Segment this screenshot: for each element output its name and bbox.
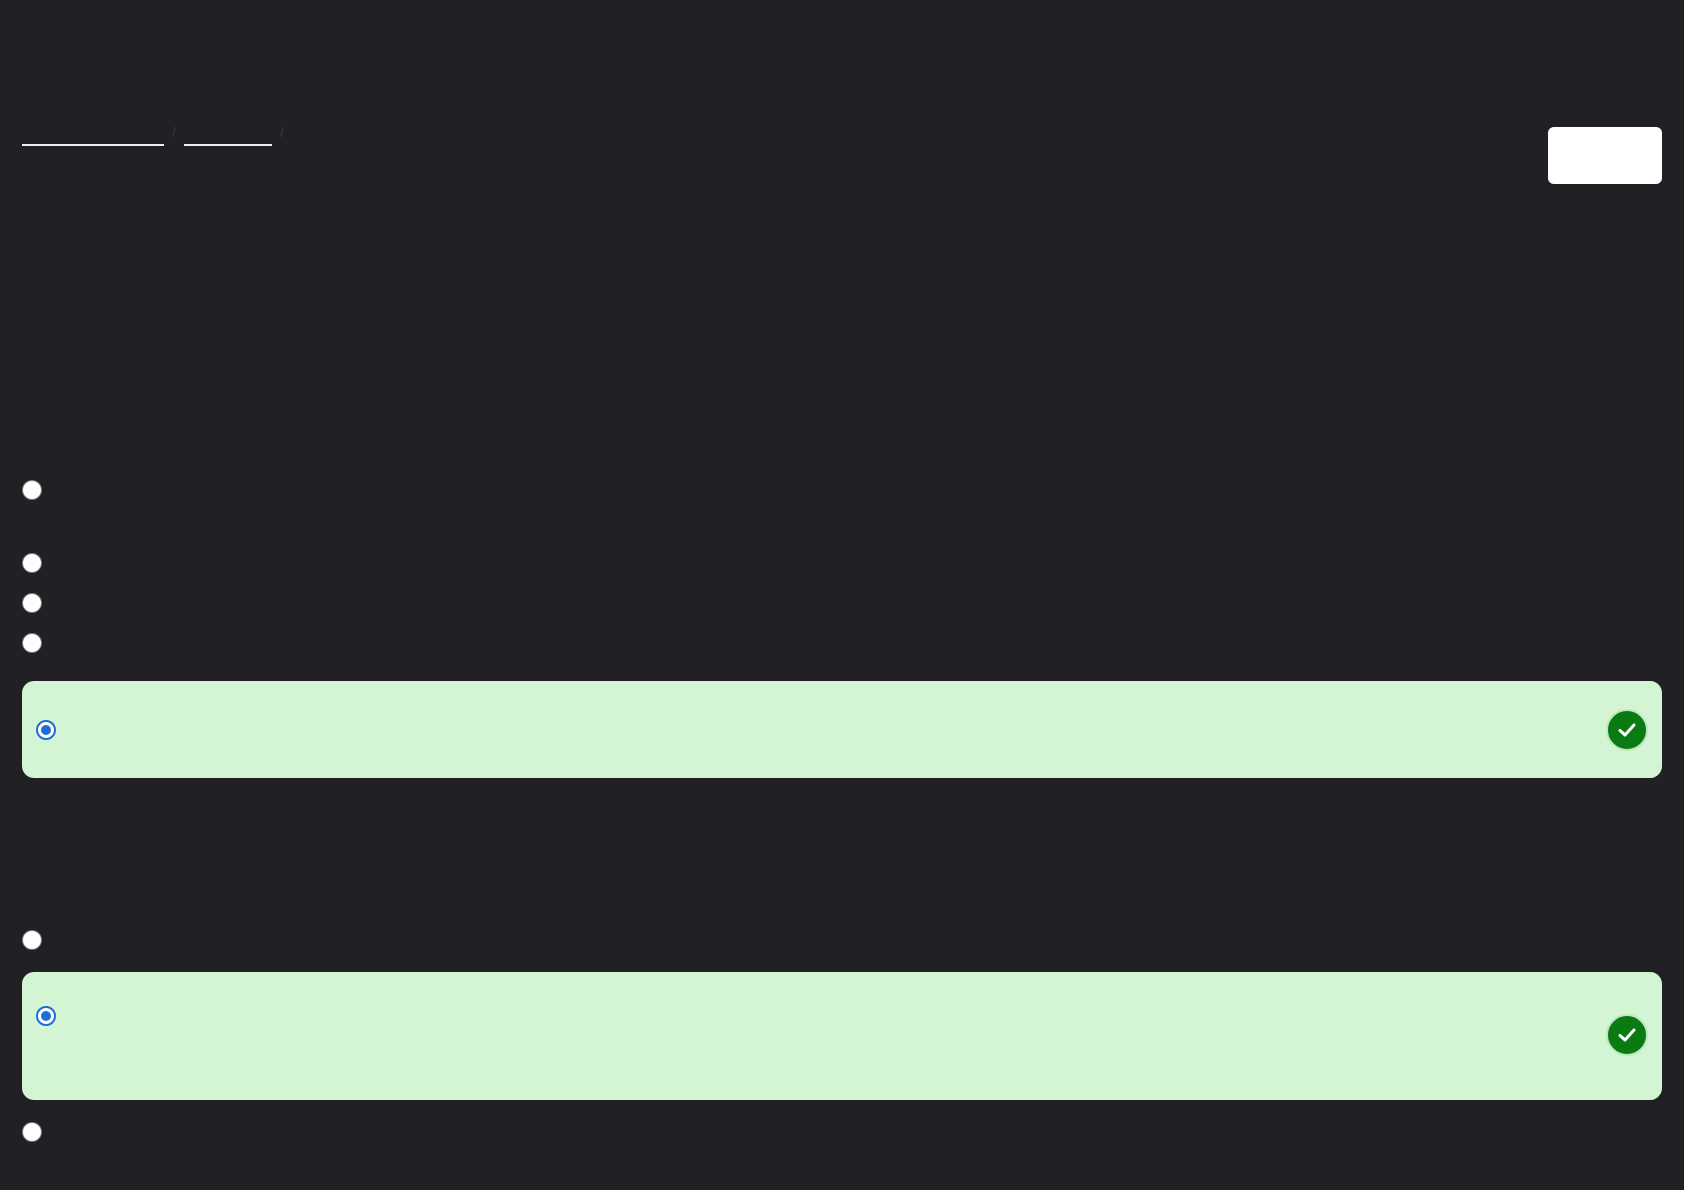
radio-button[interactable] <box>22 553 42 573</box>
question-1 <box>22 470 1662 778</box>
radio-button[interactable] <box>22 1122 42 1142</box>
question-2 <box>22 920 1662 1152</box>
breadcrumb: / / <box>22 118 284 146</box>
check-circle-icon <box>1606 1014 1648 1056</box>
radio-button-selected[interactable] <box>36 1006 56 1026</box>
question-1-option-4[interactable] <box>22 623 1662 663</box>
radio-button-selected[interactable] <box>36 719 56 740</box>
question-2-option-1[interactable] <box>22 920 1662 960</box>
question-2-correct-option[interactable] <box>22 972 1662 1100</box>
radio-button[interactable] <box>22 593 42 613</box>
correct-option-content <box>36 719 68 740</box>
breadcrumb-link-1[interactable] <box>22 120 164 146</box>
radio-button[interactable] <box>22 930 42 950</box>
question-1-option-1[interactable] <box>22 470 1662 510</box>
question-1-option-3[interactable] <box>22 583 1662 623</box>
question-1-correct-option[interactable] <box>22 681 1662 778</box>
check-circle-icon <box>1606 708 1648 751</box>
breadcrumb-separator: / <box>172 124 176 140</box>
radio-button[interactable] <box>22 633 42 653</box>
breadcrumb-link-2[interactable] <box>183 120 272 146</box>
breadcrumb-separator: / <box>279 124 284 140</box>
question-2-option-3[interactable] <box>22 1112 1662 1152</box>
top-action-button[interactable] <box>1548 127 1662 184</box>
correct-option-content <box>36 1006 68 1026</box>
question-1-option-2[interactable] <box>22 543 1662 583</box>
radio-button[interactable] <box>22 480 42 500</box>
